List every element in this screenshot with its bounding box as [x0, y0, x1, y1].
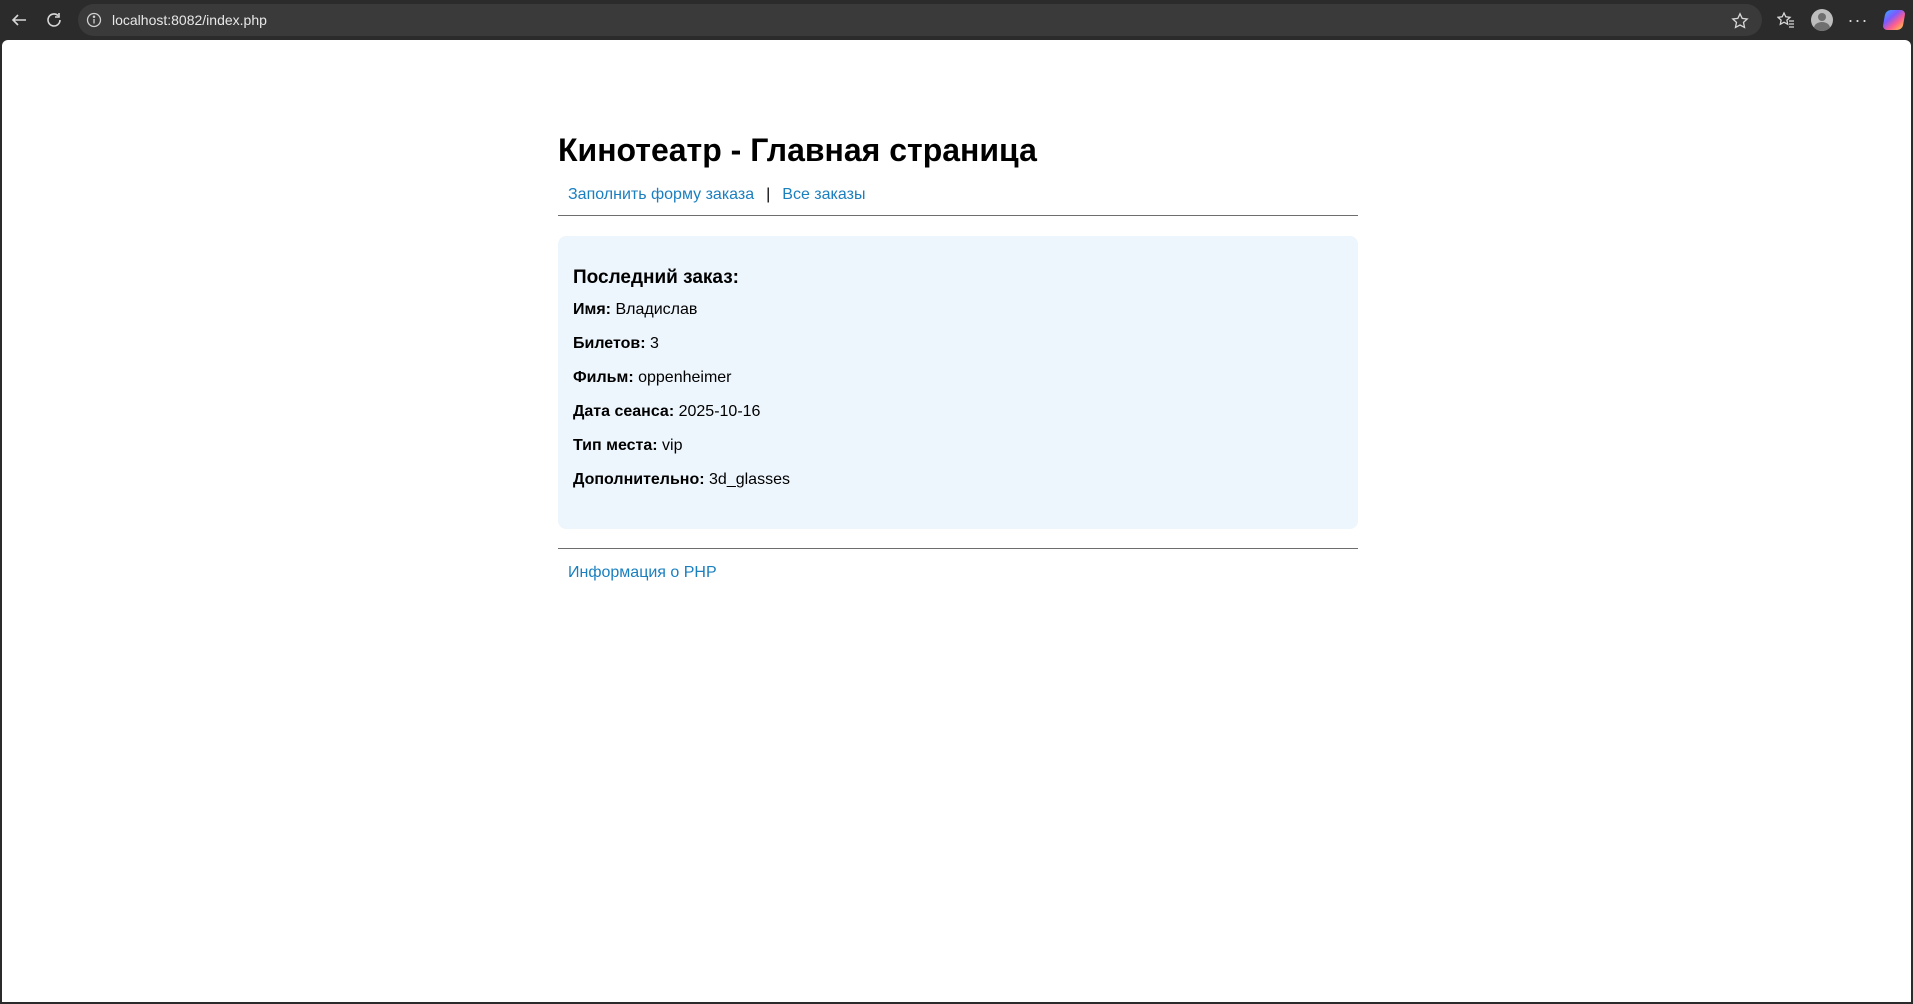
star-icon: [1731, 12, 1749, 29]
footer: Информация о PHP: [558, 562, 1358, 584]
divider-bottom: [558, 548, 1358, 549]
order-row-film: Фильм: oppenheimer: [573, 368, 1343, 388]
browser-toolbar: localhost:8082/index.php ···: [0, 0, 1913, 40]
order-row-seat-type: Тип места: vip: [573, 436, 1343, 456]
order-row-tickets: Билетов: 3: [573, 334, 1343, 354]
nav-separator: |: [766, 186, 771, 203]
php-info-link[interactable]: Информация о PHP: [568, 564, 717, 581]
order-value: 3d_glasses: [709, 471, 790, 488]
reload-icon: [47, 13, 61, 27]
order-value: vip: [662, 437, 683, 454]
favorites-button[interactable]: [1770, 4, 1802, 36]
back-arrow-icon: [11, 14, 26, 26]
favorite-star-button[interactable]: [1724, 5, 1756, 37]
profile-button[interactable]: [1806, 4, 1838, 36]
page-viewport: Кинотеатр - Главная страница Заполнить ф…: [2, 40, 1911, 1002]
url-text[interactable]: localhost:8082/index.php: [112, 4, 267, 36]
more-button[interactable]: ···: [1842, 4, 1874, 36]
favorites-icon: [1777, 11, 1794, 28]
order-value: 3: [650, 335, 659, 352]
copilot-icon: [1882, 10, 1906, 30]
order-row-date: Дата сеанса: 2025-10-16: [573, 402, 1343, 422]
order-row-extras: Дополнительно: 3d_glasses: [573, 470, 1343, 490]
page-container: Кинотеатр - Главная страница Заполнить ф…: [558, 130, 1358, 584]
order-label: Имя:: [573, 301, 611, 318]
divider-top: [558, 215, 1358, 216]
order-value: Владислав: [615, 301, 698, 318]
order-row-name: Имя: Владислав: [573, 300, 1343, 320]
more-icon: ···: [1847, 9, 1869, 30]
main-nav: Заполнить форму заказа | Все заказы: [558, 182, 1358, 208]
reload-button[interactable]: [38, 4, 70, 36]
profile-icon: [1811, 9, 1833, 31]
order-form-link[interactable]: Заполнить форму заказа: [568, 186, 754, 203]
page-title: Кинотеатр - Главная страница: [558, 132, 1037, 168]
order-label: Тип места:: [573, 437, 658, 454]
last-order-heading: Последний заказ:: [573, 267, 739, 288]
order-value: oppenheimer: [638, 369, 732, 386]
last-order-panel: Последний заказ: Имя: Владислав Билетов:…: [558, 236, 1358, 529]
all-orders-link[interactable]: Все заказы: [782, 186, 865, 203]
address-bar[interactable]: localhost:8082/index.php: [78, 4, 1762, 36]
order-label: Фильм:: [573, 369, 634, 386]
copilot-button[interactable]: [1878, 4, 1910, 36]
order-value: 2025-10-16: [678, 403, 761, 420]
order-label: Дата сеанса:: [573, 403, 675, 420]
info-icon[interactable]: [86, 12, 102, 28]
order-label: Дополнительно:: [573, 471, 705, 488]
back-button[interactable]: [3, 4, 35, 36]
order-label: Билетов:: [573, 335, 646, 352]
